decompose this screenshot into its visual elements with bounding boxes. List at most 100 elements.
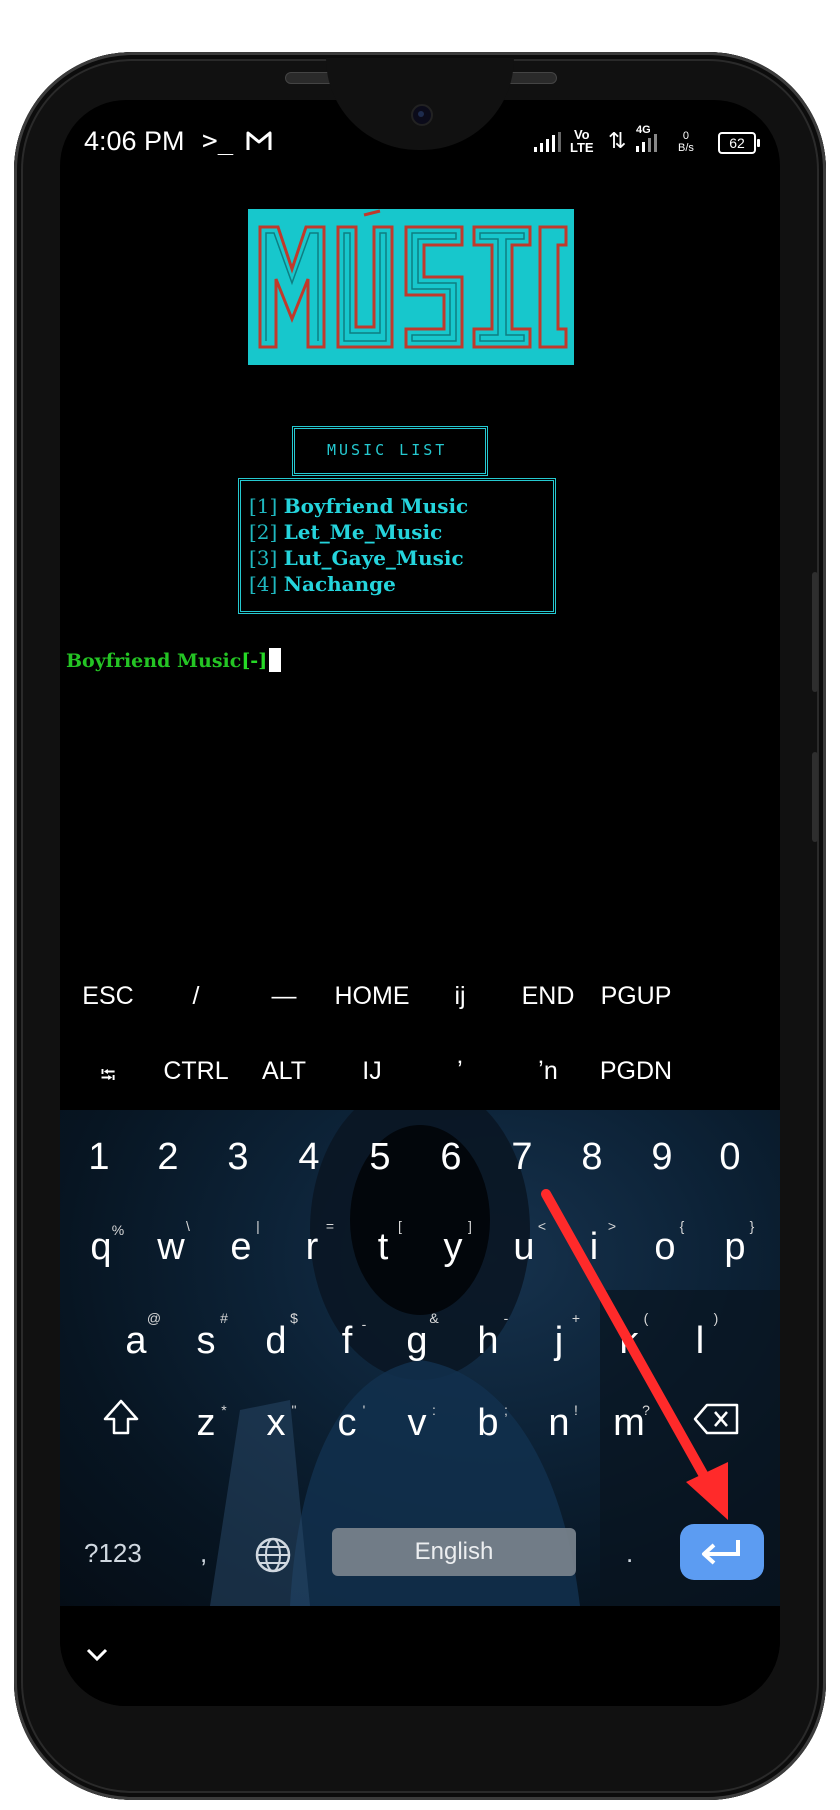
hint-ampersand: & <box>429 1310 439 1326</box>
hint-percent: % <box>111 1222 125 1238</box>
data-activity-icon: ⇅ <box>608 128 627 153</box>
key-5[interactable]: 5 <box>350 1136 410 1179</box>
hint-asterisk: * <box>221 1402 227 1418</box>
item-name: Boyfriend Music <box>283 494 469 518</box>
signal-strength-icon <box>534 132 562 157</box>
dash-key[interactable]: — <box>234 982 334 1011</box>
list-item: [2] Let_Me_Music <box>249 519 468 545</box>
prompt-text: Boyfriend Music <box>66 650 242 672</box>
hint-rbrace: } <box>749 1218 755 1234</box>
n-apostrophe-key[interactable]: ʼn <box>498 1057 598 1086</box>
banner-letters <box>258 209 568 349</box>
key-4[interactable]: 4 <box>279 1136 339 1179</box>
music-list-header: MUSIC LIST <box>292 426 488 476</box>
hint-dollar: $ <box>290 1310 298 1326</box>
extra-keys-row-2: ⭾ CTRL ALT IJ ʼ ʼn PGDN <box>60 1037 780 1107</box>
hint-quote: " <box>291 1402 297 1418</box>
list-item: [1] Boyfriend Music <box>249 493 468 519</box>
hide-keyboard-chevron-icon[interactable] <box>86 1638 108 1669</box>
key-j[interactable]: j <box>529 1320 589 1363</box>
prompt-suffix: [-] <box>241 650 268 672</box>
key-7[interactable]: 7 <box>492 1136 552 1179</box>
shift-key[interactable] <box>94 1392 148 1442</box>
item-name: Lut_Gaye_Music <box>283 546 464 570</box>
navigation-bar <box>60 1606 780 1706</box>
gmail-icon <box>246 130 272 157</box>
speed-unit: B/s <box>678 142 694 154</box>
alt-key[interactable]: ALT <box>234 1057 334 1086</box>
hint-lparen: ( <box>643 1310 649 1326</box>
ctrl-key[interactable]: CTRL <box>146 1057 246 1086</box>
status-time: 4:06 PM <box>84 126 185 156</box>
hint-rparen: ) <box>713 1310 719 1326</box>
battery-icon: 62 <box>718 132 760 154</box>
item-index: [1] <box>249 494 278 518</box>
music-ascii-banner <box>248 209 574 365</box>
key-l[interactable]: l <box>670 1320 730 1363</box>
ij-key[interactable]: ij <box>410 982 510 1011</box>
period-key[interactable]: . <box>626 1538 633 1569</box>
hint-lbracket: [ <box>398 1218 402 1234</box>
key-a[interactable]: a <box>106 1320 166 1363</box>
hint-apostrophe: ' <box>362 1402 366 1418</box>
volte-bottom: LTE <box>570 140 594 155</box>
tab-key[interactable]: ⭾ <box>60 1061 158 1095</box>
hint-at: @ <box>146 1310 162 1326</box>
key-2[interactable]: 2 <box>138 1136 198 1179</box>
hint-exclaim: ! <box>574 1402 578 1418</box>
key-d[interactable]: d <box>246 1320 306 1363</box>
symbols-key[interactable]: ?123 <box>84 1538 142 1569</box>
shift-icon <box>103 1399 139 1435</box>
pgdn-key[interactable]: PGDN <box>586 1057 686 1086</box>
volume-button <box>812 572 818 692</box>
hint-rbracket: ] <box>468 1218 472 1234</box>
apostrophe-key[interactable]: ʼ <box>410 1057 510 1086</box>
key-k[interactable]: k <box>599 1320 659 1363</box>
music-list: [1] Boyfriend Music [2] Let_Me_Music [3]… <box>238 478 556 614</box>
item-name: Let_Me_Music <box>283 520 443 544</box>
language-key[interactable] <box>250 1532 296 1578</box>
backspace-icon <box>693 1403 739 1435</box>
hint-lt: < <box>537 1218 547 1234</box>
home-key[interactable]: HOME <box>322 982 422 1011</box>
music-list-title: MUSIC LIST <box>327 441 448 459</box>
hint-pipe: | <box>256 1218 260 1234</box>
hint-gt: > <box>607 1218 617 1234</box>
key-0[interactable]: 0 <box>700 1136 760 1179</box>
hint-plus: + <box>571 1310 581 1326</box>
key-8[interactable]: 8 <box>562 1136 622 1179</box>
key-3[interactable]: 3 <box>208 1136 268 1179</box>
key-g[interactable]: g <box>387 1320 447 1363</box>
terminal-prompt[interactable]: Boyfriend Music[-] <box>66 648 282 672</box>
key-1[interactable]: 1 <box>69 1136 129 1179</box>
backspace-key[interactable] <box>686 1396 746 1442</box>
hint-dash: - <box>503 1310 509 1326</box>
extra-keys-row-1: ESC / — HOME ij END PGUP <box>60 962 780 1032</box>
space-bar[interactable]: English <box>332 1528 576 1576</box>
list-item: [4] Nachange <box>249 571 468 597</box>
esc-key[interactable]: ESC <box>60 982 158 1011</box>
power-button <box>812 752 818 842</box>
key-s[interactable]: s <box>176 1320 236 1363</box>
enter-icon <box>702 1540 740 1565</box>
screen: 4:06 PM >_ Vo LTE ⇅ 4G 0 B/s 62 MUSIC LI… <box>60 100 780 1706</box>
hint-minus: - <box>361 1316 367 1332</box>
list-item: [3] Lut_Gaye_Music <box>249 545 468 571</box>
hint-colon: : <box>432 1402 436 1418</box>
key-9[interactable]: 9 <box>632 1136 692 1179</box>
item-name: Nachange <box>283 572 396 596</box>
key-h[interactable]: h <box>458 1320 518 1363</box>
text-cursor <box>269 648 282 672</box>
speed-value: 0 <box>682 130 690 142</box>
item-index: [3] <box>249 546 278 570</box>
slash-key[interactable]: / <box>146 982 246 1011</box>
terminal-notification-icon: >_ <box>202 126 234 156</box>
pgup-key[interactable]: PGUP <box>586 982 686 1011</box>
ij-upper-key[interactable]: IJ <box>322 1057 422 1086</box>
key-6[interactable]: 6 <box>421 1136 481 1179</box>
end-key[interactable]: END <box>498 982 598 1011</box>
enter-key[interactable] <box>680 1524 764 1580</box>
hint-lbrace: { <box>679 1218 685 1234</box>
network-type: 4G <box>636 124 651 136</box>
comma-key[interactable]: , <box>200 1538 207 1569</box>
